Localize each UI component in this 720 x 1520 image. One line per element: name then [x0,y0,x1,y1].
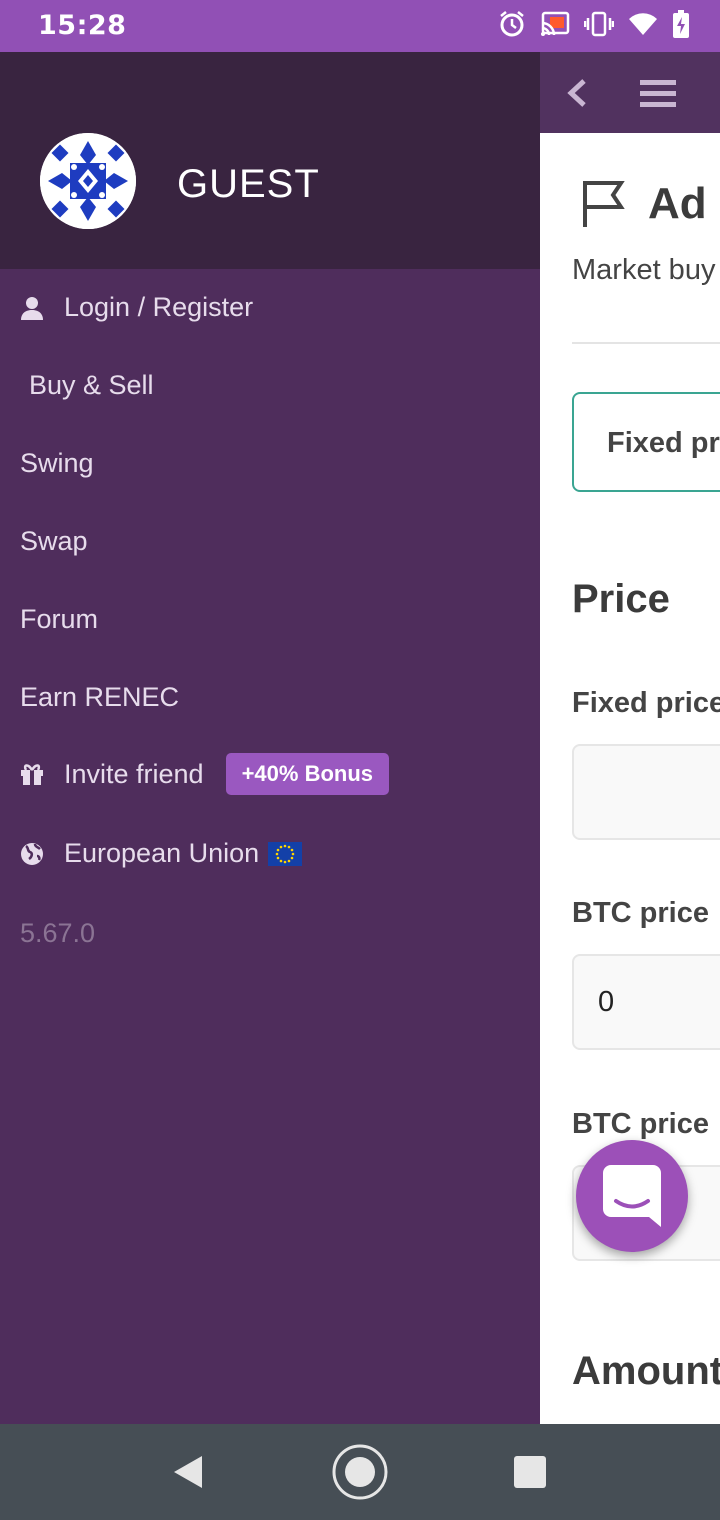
drawer-item-login[interactable]: Login / Register [20,292,253,323]
status-time: 15:28 [38,10,127,41]
bonus-badge: +40% Bonus [225,753,390,795]
avatar[interactable] [40,133,136,229]
drawer-item-region[interactable]: European Union [20,838,303,869]
gift-icon [21,764,43,785]
drawer-item-forum[interactable]: Forum [20,604,98,635]
wifi-icon [629,13,657,35]
vibrate-icon [584,11,614,37]
avatar-pattern-icon [40,133,136,229]
btc-price-input[interactable]: 0 [572,954,720,1050]
nav-recents-icon[interactable] [514,1456,546,1488]
fixed-price-input[interactable] [572,744,720,840]
page-title: Ad [582,179,707,229]
drawer-item-swing[interactable]: Swing [20,448,94,479]
drawer-item-label: Login / Register [64,292,254,322]
price-type-option[interactable]: Fixed pr [572,392,720,492]
back-icon[interactable] [566,78,588,108]
page-title-text: Ad [648,179,707,228]
status-icons [498,10,690,38]
drawer-item-label: Buy & Sell [29,370,154,400]
drawer-item-earn-renec[interactable]: Earn RENEC [20,682,179,713]
drawer-item-label: Swing [20,448,94,478]
menu-icon[interactable] [640,79,676,109]
page-subtitle: Market buy [572,254,716,286]
amount-heading: Amount [572,1349,720,1393]
navigation-drawer: GUEST Login / Register Buy & Sell Swing … [0,52,540,1424]
drawer-header: GUEST [0,52,540,269]
btc-price-label-2: BTC price [572,1108,709,1140]
fixed-price-label: Fixed price [572,687,720,719]
drawer-item-swap[interactable]: Swap [20,526,88,557]
cast-icon [541,11,570,36]
chat-icon [603,1165,661,1227]
alarm-icon [500,11,524,37]
battery-charging-icon [673,10,689,38]
drawer-item-label: Invite friend [64,758,204,789]
system-nav-bar [0,1424,720,1520]
chat-button[interactable] [576,1140,688,1252]
user-name: GUEST [177,162,320,206]
app-version: 5.67.0 [20,918,96,948]
globe-icon [21,842,43,865]
drawer-item-label: European Union [64,838,260,868]
btc-price-value: 0 [598,986,615,1018]
drawer-item-label: Swap [20,526,88,556]
user-icon [21,296,43,320]
divider [572,342,720,344]
btc-price-label: BTC price [572,897,709,929]
drawer-item-invite-friend[interactable]: Invite friend +40% Bonus [20,753,390,795]
eu-flag-icon [268,841,303,866]
status-bar: 15:28 [0,0,720,52]
drawer-item-buy-sell[interactable]: Buy & Sell [29,370,154,401]
nav-back-icon[interactable] [172,1454,204,1490]
nav-home-icon[interactable] [331,1443,389,1501]
price-type-label: Fixed pr [607,427,720,459]
price-heading: Price [572,577,670,621]
top-toolbar [540,52,720,133]
drawer-item-label: Earn RENEC [20,682,180,712]
flag-icon [583,181,625,227]
drawer-item-label: Forum [20,604,99,634]
